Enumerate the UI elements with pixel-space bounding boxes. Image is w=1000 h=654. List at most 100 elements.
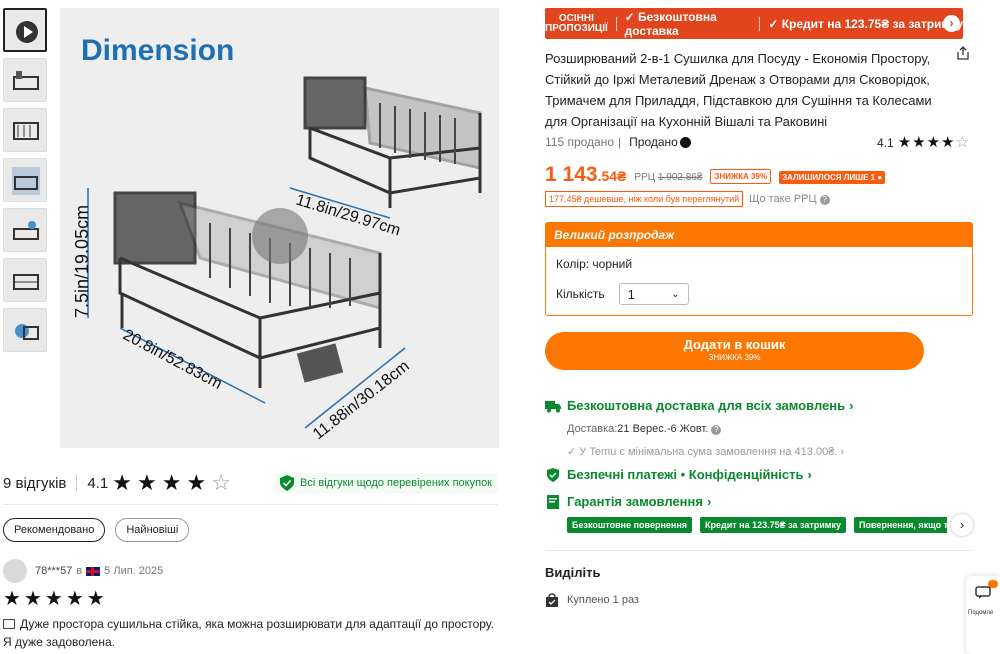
thumbnail-image[interactable] (3, 258, 47, 302)
dim-depth-label: 7.5in/19.05cm (72, 205, 92, 318)
guarantee-tags: Безкоштовне повернення Кредит на 123.75₴… (567, 517, 947, 533)
add-to-cart-button[interactable]: Додати в кошик ЗНИЖКА 39% (545, 332, 924, 370)
share-icon[interactable] (956, 46, 970, 60)
review-text: Дуже простора сушильна стійка, яка можна… (3, 615, 503, 651)
star-icon: ★ (941, 134, 955, 151)
star-empty-icon: ☆ (955, 134, 969, 151)
question-icon: ? (819, 195, 830, 205)
cheaper-row: 177.45₴ дешевше, ніж коли був переглянут… (545, 191, 830, 207)
side-label: Подомле (968, 610, 994, 616)
bought-info: Куплено 1 раз (545, 593, 639, 607)
what-rrp-link[interactable]: Що таке РРЦ? (749, 193, 830, 205)
sale-header: Великий розпродаж (546, 223, 972, 247)
order-guarantee-link[interactable]: Гарантія замовлення › (545, 494, 711, 509)
side-widget[interactable]: Подомле (966, 576, 1000, 654)
highlights-title: Виділіть (545, 565, 601, 580)
stock-left-tag: ЗАЛИШИЛОСЯ ЛИШЕ 1 ● (779, 171, 886, 184)
star-empty-icon: ☆ (211, 470, 231, 495)
price-fraction: .54₴ (597, 168, 627, 184)
stock-left-label: ЗАЛИШИЛОСЯ ЛИШЕ 1 (782, 173, 876, 182)
thumbnail-image[interactable] (3, 58, 47, 102)
chevron-right-icon: › (807, 467, 812, 482)
chevron-right-icon[interactable]: › (943, 15, 960, 32)
chevron-right-icon: › (706, 494, 712, 509)
guarantee-tag: Безкоштовне повернення (567, 517, 693, 533)
free-shipping-label: ✓ Безкоштовна доставка (624, 9, 717, 38)
secure-payments-link[interactable]: Безпечні платежі • Конфіденційність › (545, 467, 812, 482)
promo-banner[interactable]: ОСІННІ ПРОПОЗИЦІЇ ✓ Безкоштовна доставка… (545, 8, 963, 39)
reviewer-info: 78***57 в 5 Лип. 2025 (3, 559, 163, 583)
price: 1 143.54₴ (545, 163, 626, 187)
quantity-label: Кількість (556, 287, 605, 301)
secure-payments-title: Безпечні платежі • Конфіденційність (567, 467, 804, 482)
star-icon: ★ (3, 588, 21, 610)
truck-icon (545, 400, 561, 412)
quantity-value: 1 (627, 286, 635, 302)
price-row: 1 143.54₴ РРЦ 1 902.86₴ ЗНИЖКА 39% ЗАЛИШ… (545, 163, 886, 187)
dish-rack-icon (15, 324, 39, 340)
thumbnail-list (3, 8, 49, 358)
star-icon: ★ (926, 134, 941, 151)
chevron-right-icon[interactable]: › (951, 514, 973, 536)
uk-flag-icon (86, 566, 101, 576)
rating-value: 4.1 (877, 135, 894, 150)
star-icon: ★ (23, 588, 42, 610)
guarantee-icon (547, 494, 559, 509)
rrp: РРЦ 1 902.86₴ (634, 172, 702, 183)
price-main: 1 143 (545, 163, 598, 186)
bag-icon (546, 593, 558, 607)
divider (76, 475, 78, 491)
check-icon: ✓ (567, 446, 580, 458)
add-to-cart-label: Додати в кошик (683, 337, 786, 352)
free-shipping-link[interactable]: Безкоштовна доставка для всіх замовлень › (545, 398, 853, 413)
dish-rack-icon (13, 122, 39, 140)
dim-width-small-label: 11.8in/29.97cm (294, 192, 402, 240)
thumbnail-image[interactable] (3, 158, 47, 202)
quantity-row: Кількість 1 ⌄ (556, 283, 689, 305)
filter-newest-button[interactable]: Найновіші (115, 518, 190, 542)
translate-icon (3, 619, 15, 629)
rating-value: 4.1 (87, 474, 109, 492)
rrp-label: РРЦ (634, 172, 656, 183)
thumbnail-video[interactable] (3, 8, 47, 52)
quantity-select[interactable]: 1 ⌄ (618, 283, 689, 305)
temu-logo-icon (679, 136, 691, 148)
product-rating[interactable]: 4.1 ★ ★ ★ ★ ☆ (877, 135, 970, 150)
bought-label: Куплено 1 раз (567, 594, 639, 606)
review-filters: Рекомендовано Найновіші (3, 518, 199, 542)
sold-info: 115 продано | Продано (545, 135, 691, 149)
star-icon: ★ (897, 134, 912, 151)
review-count[interactable]: 9 відгуків (3, 475, 66, 492)
sale-box: Великий розпродаж Колір: чорний Кількіст… (545, 222, 973, 316)
sold-by-link[interactable]: Продано (629, 135, 678, 149)
divider (615, 16, 617, 31)
info-icon: ● (877, 173, 883, 182)
reviewer-name: 78***57 (35, 565, 73, 577)
free-shipping-title: Безкоштовна доставка для всіх замовлень (567, 398, 846, 413)
chevron-right-icon: › (849, 398, 854, 413)
question-icon[interactable]: ? (711, 425, 722, 435)
product-page: Dimension 7.5in/19.05cm 11.8in/29.97cm 2… (0, 0, 1000, 654)
main-product-image[interactable]: Dimension 7.5in/19.05cm 11.8in/29.97cm 2… (60, 8, 499, 448)
dish-rack-illustration: 7.5in/19.05cm 11.8in/29.97cm 20.8in/52.8… (72, 76, 482, 443)
guarantee-tag: Повернення, якщо то (853, 517, 947, 533)
thumbnail-image[interactable] (3, 208, 47, 252)
verified-label: Всі відгуки щодо перевірених покупок (300, 477, 492, 489)
delivery-dates: 21 Верес.-6 Жовт. (617, 423, 709, 435)
divider (759, 16, 761, 31)
star-icon: ★ (44, 588, 63, 610)
review-body: Дуже простора сушильна стійка, яка можна… (3, 617, 494, 649)
season-label: ОСІННІ ПРОПОЗИЦІЇ (545, 13, 608, 34)
filter-recommended-button[interactable]: Рекомендовано (3, 518, 106, 542)
rating-stars: ★ ★ ★ ★ ☆ (112, 472, 236, 494)
chevron-right-icon: › (837, 446, 845, 458)
min-order-info[interactable]: ✓ У Temu є мінімальна сума замовлення на… (567, 445, 844, 458)
product-title: Розширюваний 2-в-1 Сушилка для Посуду - … (545, 51, 932, 129)
add-to-cart-sub: ЗНИЖКА 39% (708, 353, 761, 362)
dish-rack-icon (13, 274, 39, 290)
thumbnail-image[interactable] (3, 308, 47, 352)
shield-check-icon (547, 467, 559, 482)
thumbnail-image[interactable] (3, 108, 47, 152)
avatar (3, 559, 27, 583)
star-icon: ★ (186, 470, 207, 495)
